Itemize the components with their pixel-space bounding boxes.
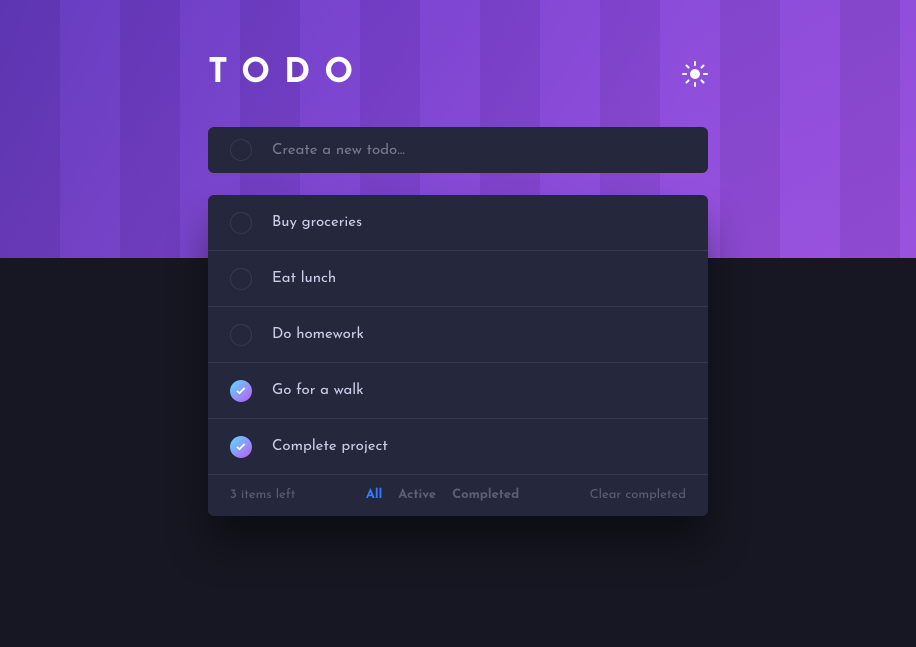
sun-icon [682,61,708,87]
todo-text: Do homework [272,327,686,342]
new-todo-checkbox[interactable] [230,139,252,161]
todo-item[interactable]: Do homework [208,307,708,363]
todo-text: Go for a walk [272,383,686,398]
new-todo-card [208,127,708,173]
app-title: TODO [208,56,367,91]
todo-checkbox[interactable] [230,324,252,346]
todo-checkbox[interactable] [230,212,252,234]
filter-group: All Active Completed [366,489,519,502]
todo-text: Buy groceries [272,215,686,230]
todo-list: Buy groceries Eat lunch Do homework Go f… [208,195,708,516]
todo-checkbox[interactable] [230,268,252,290]
todo-item[interactable]: Go for a walk [208,363,708,419]
check-icon [236,443,246,451]
clear-completed-button[interactable]: Clear completed [590,489,686,502]
items-left-count: 3 items left [230,489,295,502]
filter-completed[interactable]: Completed [452,489,519,502]
todo-item[interactable]: Complete project [208,419,708,475]
header: TODO [208,56,708,91]
filter-active[interactable]: Active [398,489,436,502]
list-footer: 3 items left All Active Completed Clear … [208,475,708,516]
todo-checkbox-checked[interactable] [230,380,252,402]
new-todo-input[interactable] [272,143,686,158]
todo-text: Eat lunch [272,271,686,286]
todo-text: Complete project [272,439,686,454]
todo-checkbox-checked[interactable] [230,436,252,458]
todo-item[interactable]: Eat lunch [208,251,708,307]
filter-all[interactable]: All [366,489,382,502]
theme-toggle-button[interactable] [682,61,708,87]
todo-item[interactable]: Buy groceries [208,195,708,251]
check-icon [236,387,246,395]
